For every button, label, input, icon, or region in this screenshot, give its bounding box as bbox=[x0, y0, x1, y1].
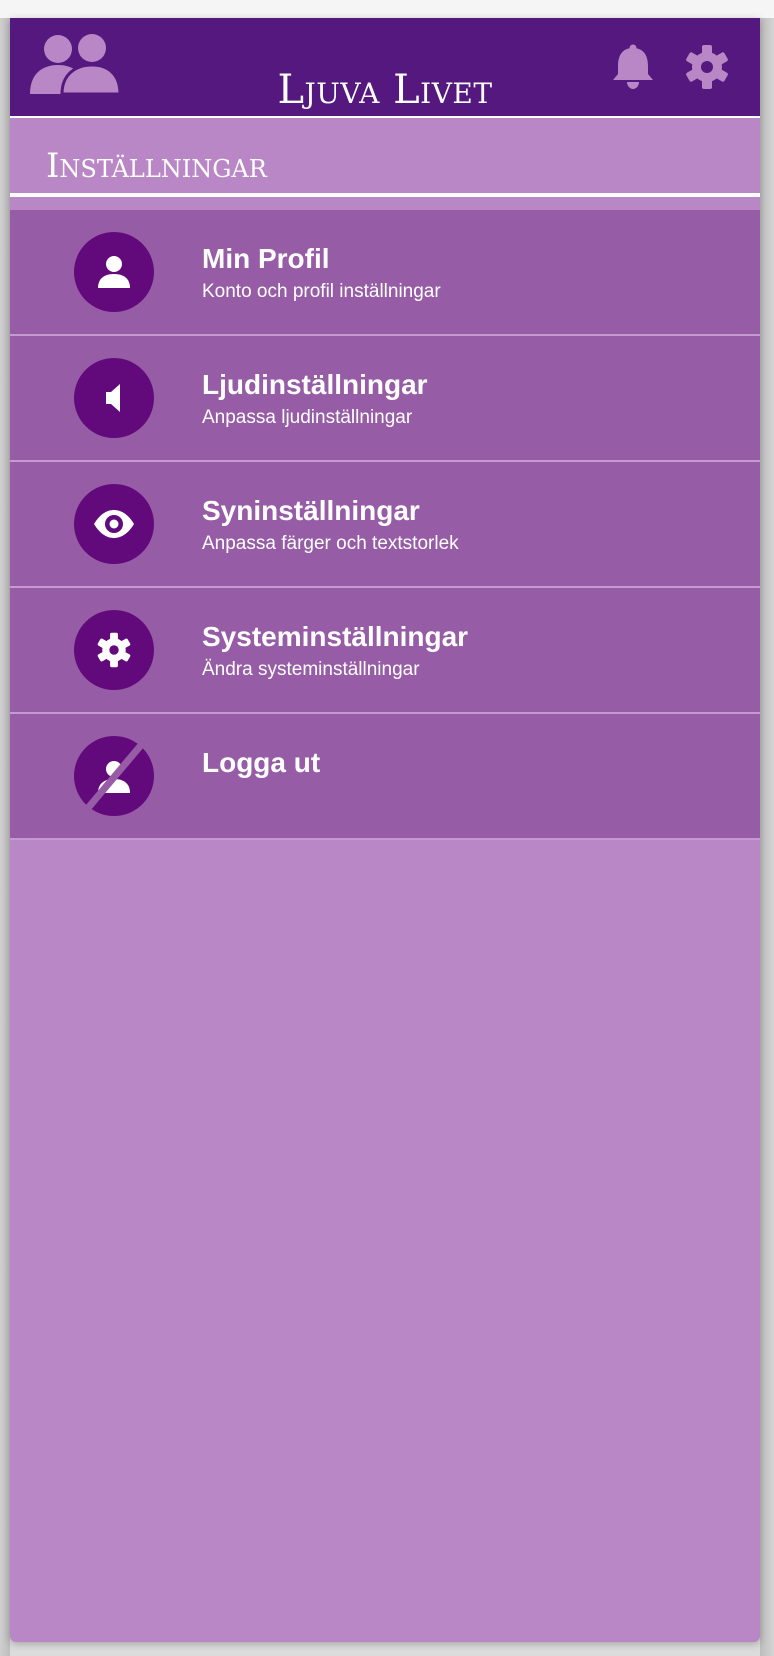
left-backdrop bbox=[0, 18, 10, 1656]
menu-item-syninstallningar[interactable]: Syninställningar Anpassa färger och text… bbox=[10, 462, 760, 588]
menu-item-min-profil[interactable]: Min Profil Konto och profil inställninga… bbox=[10, 210, 760, 336]
speaker-icon bbox=[74, 358, 154, 438]
settings-menu: Min Profil Konto och profil inställninga… bbox=[10, 210, 760, 840]
gear-icon bbox=[74, 610, 154, 690]
bell-icon[interactable] bbox=[610, 44, 656, 90]
gear-icon[interactable] bbox=[684, 44, 730, 90]
user-slash-icon bbox=[74, 736, 154, 816]
menu-item-subtitle: Ändra systeminställningar bbox=[202, 659, 420, 680]
menu-item-subtitle: Anpassa ljudinställningar bbox=[202, 407, 413, 428]
menu-item-title: Ljudinställningar bbox=[202, 369, 428, 400]
app-window: Ljuva Livet Inställningar Min Profil Kon… bbox=[10, 18, 760, 1642]
app-header: Ljuva Livet bbox=[10, 18, 760, 118]
page-title: Inställningar bbox=[46, 146, 267, 186]
menu-item-title: Min Profil bbox=[202, 243, 330, 274]
menu-item-logga-ut[interactable]: Logga ut bbox=[10, 714, 760, 840]
menu-item-title: Syninställningar bbox=[202, 495, 420, 526]
menu-item-title: Logga ut bbox=[202, 747, 321, 778]
browser-top-strip bbox=[0, 0, 774, 18]
user-icon bbox=[74, 232, 154, 312]
menu-item-title: Systeminställningar bbox=[202, 621, 469, 652]
section-header: Inställningar bbox=[10, 118, 760, 197]
eye-icon bbox=[74, 484, 154, 564]
menu-item-subtitle: Konto och profil inställningar bbox=[202, 281, 441, 302]
menu-item-subtitle: Anpassa färger och textstorlek bbox=[202, 533, 459, 554]
menu-item-systeminstallningar[interactable]: Systeminställningar Ändra systeminställn… bbox=[10, 588, 760, 714]
menu-item-ljudinstallningar[interactable]: Ljudinställningar Anpassa ljudinställnin… bbox=[10, 336, 760, 462]
right-backdrop bbox=[760, 18, 774, 1656]
